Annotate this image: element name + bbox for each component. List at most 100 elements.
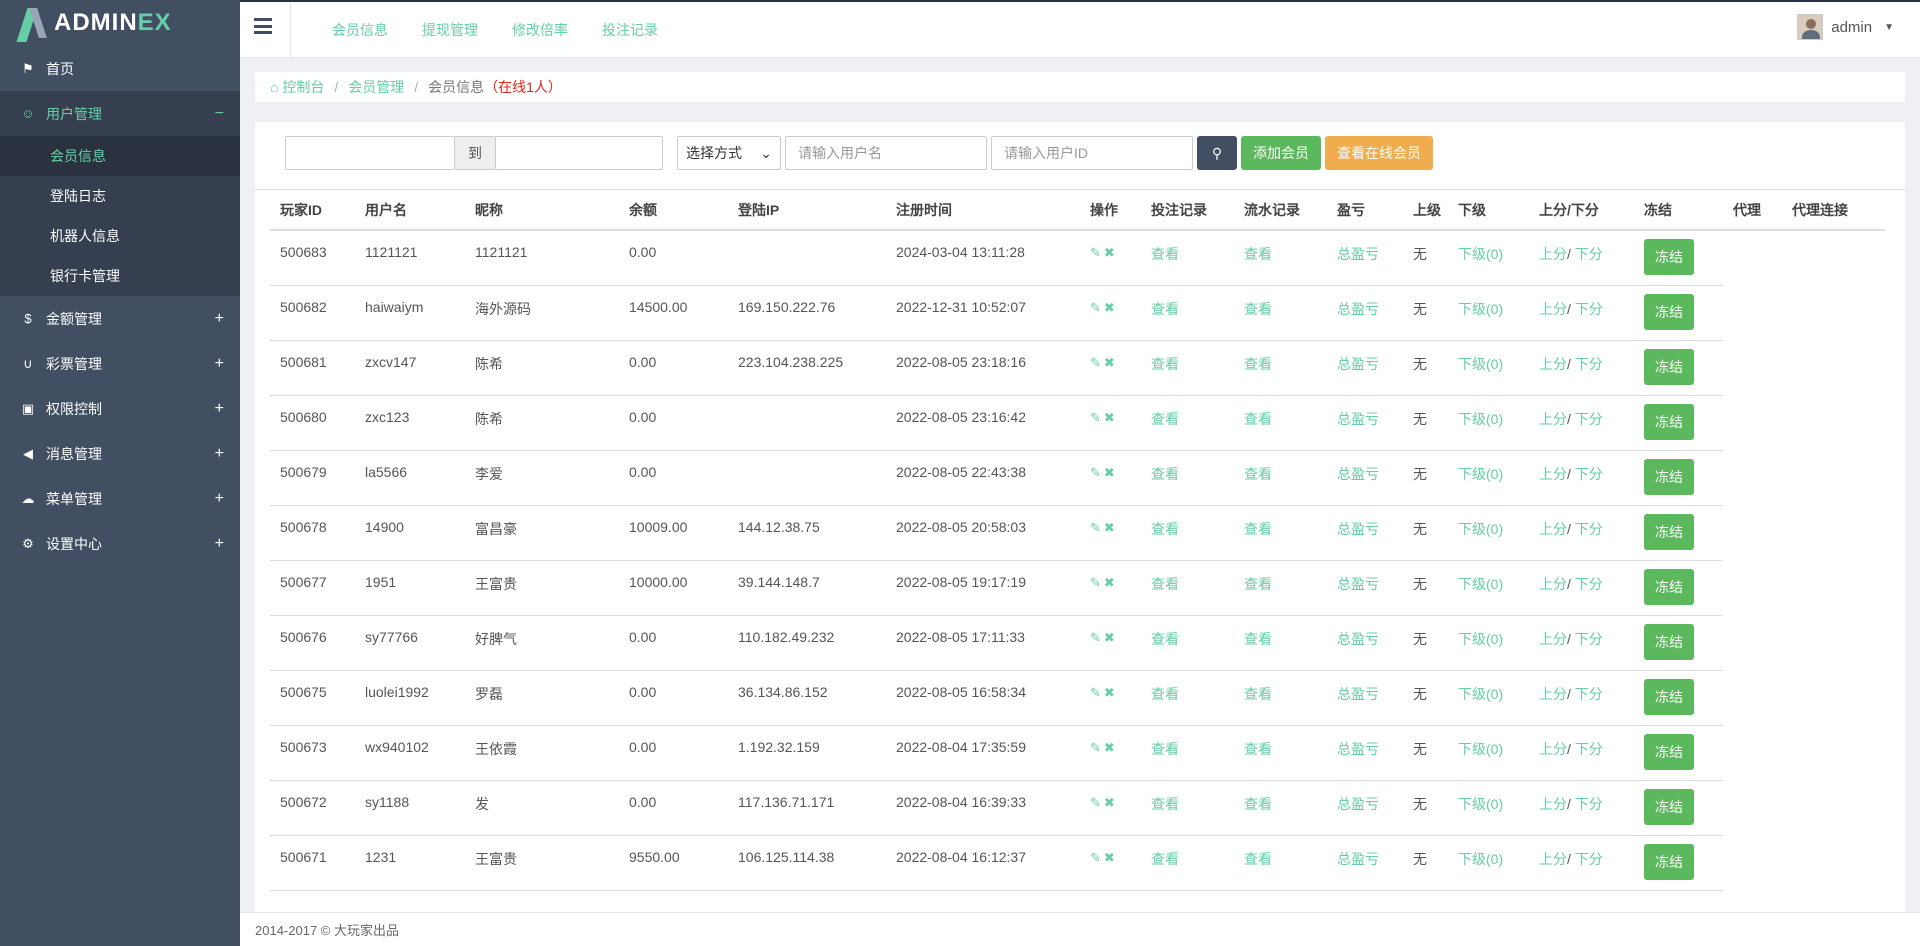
method-select[interactable]: 选择方式 ⌄ <box>677 136 781 170</box>
edit-icon[interactable]: ✎ <box>1090 795 1104 810</box>
deduct-score-link[interactable]: 下分 <box>1575 246 1603 262</box>
delete-icon[interactable]: ✖ <box>1104 850 1118 865</box>
delete-icon[interactable]: ✖ <box>1104 465 1118 480</box>
view-bet-records-link[interactable]: 查看 <box>1141 285 1234 341</box>
add-score-link[interactable]: 上分 <box>1539 466 1567 482</box>
freeze-button[interactable]: 冻结 <box>1644 293 1694 330</box>
sidebar-item-user-management[interactable]: ☺ 用户管理 − <box>0 91 240 136</box>
freeze-button[interactable]: 冻结 <box>1644 458 1694 495</box>
delete-icon[interactable]: ✖ <box>1104 740 1118 755</box>
edit-icon[interactable]: ✎ <box>1090 740 1104 755</box>
view-flow-records-link[interactable]: 查看 <box>1234 450 1327 506</box>
total-profit-loss-link[interactable]: 总盈亏 <box>1327 395 1403 451</box>
total-profit-loss-link[interactable]: 总盈亏 <box>1327 230 1403 286</box>
freeze-button[interactable]: 冻结 <box>1644 843 1694 880</box>
sidebar-item-home[interactable]: ⚑ 首页 <box>0 46 240 91</box>
view-flow-records-link[interactable]: 查看 <box>1234 780 1327 836</box>
view-bet-records-link[interactable]: 查看 <box>1141 230 1234 286</box>
view-bet-records-link[interactable]: 查看 <box>1141 670 1234 726</box>
expand-icon[interactable]: + <box>215 445 224 463</box>
sidebar-item-settings[interactable]: ⚙ 设置中心 + <box>0 521 240 566</box>
view-bet-records-link[interactable]: 查看 <box>1141 560 1234 616</box>
delete-icon[interactable]: ✖ <box>1104 355 1118 370</box>
delete-icon[interactable]: ✖ <box>1104 630 1118 645</box>
view-bet-records-link[interactable]: 查看 <box>1141 450 1234 506</box>
user-menu[interactable]: admin ▼ <box>1797 14 1894 40</box>
add-score-link[interactable]: 上分 <box>1539 301 1567 317</box>
view-flow-records-link[interactable]: 查看 <box>1234 340 1327 396</box>
start-date-input[interactable] <box>285 136 455 170</box>
menu-toggle-icon[interactable] <box>254 18 272 34</box>
deduct-score-link[interactable]: 下分 <box>1575 466 1603 482</box>
expand-icon[interactable]: + <box>215 400 224 418</box>
children-link[interactable]: 下级(0) <box>1448 780 1529 836</box>
freeze-button[interactable]: 冻结 <box>1644 733 1694 770</box>
children-link[interactable]: 下级(0) <box>1448 835 1529 891</box>
view-bet-records-link[interactable]: 查看 <box>1141 505 1234 561</box>
top-nav-member-info[interactable]: 会员信息 <box>332 20 388 40</box>
edit-icon[interactable]: ✎ <box>1090 300 1104 315</box>
add-member-button[interactable]: 添加会员 <box>1241 136 1321 170</box>
children-link[interactable]: 下级(0) <box>1448 340 1529 396</box>
edit-icon[interactable]: ✎ <box>1090 575 1104 590</box>
expand-icon[interactable]: + <box>215 490 224 508</box>
view-bet-records-link[interactable]: 查看 <box>1141 340 1234 396</box>
view-flow-records-link[interactable]: 查看 <box>1234 670 1327 726</box>
add-score-link[interactable]: 上分 <box>1539 631 1567 647</box>
freeze-button[interactable]: 冻结 <box>1644 678 1694 715</box>
deduct-score-link[interactable]: 下分 <box>1575 851 1603 867</box>
total-profit-loss-link[interactable]: 总盈亏 <box>1327 340 1403 396</box>
add-score-link[interactable]: 上分 <box>1539 686 1567 702</box>
sidebar-subitem-member-info[interactable]: 会员信息 <box>0 136 240 176</box>
view-bet-records-link[interactable]: 查看 <box>1141 395 1234 451</box>
deduct-score-link[interactable]: 下分 <box>1575 356 1603 372</box>
delete-icon[interactable]: ✖ <box>1104 575 1118 590</box>
view-bet-records-link[interactable]: 查看 <box>1141 725 1234 781</box>
view-flow-records-link[interactable]: 查看 <box>1234 505 1327 561</box>
deduct-score-link[interactable]: 下分 <box>1575 686 1603 702</box>
freeze-button[interactable]: 冻结 <box>1644 513 1694 550</box>
collapse-icon[interactable]: − <box>215 105 224 123</box>
delete-icon[interactable]: ✖ <box>1104 520 1118 535</box>
edit-icon[interactable]: ✎ <box>1090 630 1104 645</box>
view-flow-records-link[interactable]: 查看 <box>1234 725 1327 781</box>
view-flow-records-link[interactable]: 查看 <box>1234 285 1327 341</box>
total-profit-loss-link[interactable]: 总盈亏 <box>1327 725 1403 781</box>
children-link[interactable]: 下级(0) <box>1448 230 1529 286</box>
edit-icon[interactable]: ✎ <box>1090 410 1104 425</box>
deduct-score-link[interactable]: 下分 <box>1575 631 1603 647</box>
add-score-link[interactable]: 上分 <box>1539 521 1567 537</box>
expand-icon[interactable]: + <box>215 535 224 553</box>
add-score-link[interactable]: 上分 <box>1539 796 1567 812</box>
view-flow-records-link[interactable]: 查看 <box>1234 615 1327 671</box>
children-link[interactable]: 下级(0) <box>1448 285 1529 341</box>
delete-icon[interactable]: ✖ <box>1104 410 1118 425</box>
children-link[interactable]: 下级(0) <box>1448 395 1529 451</box>
delete-icon[interactable]: ✖ <box>1104 245 1118 260</box>
edit-icon[interactable]: ✎ <box>1090 245 1104 260</box>
total-profit-loss-link[interactable]: 总盈亏 <box>1327 285 1403 341</box>
breadcrumb-home[interactable]: ⌂ 控制台 <box>270 77 324 97</box>
children-link[interactable]: 下级(0) <box>1448 560 1529 616</box>
userid-input[interactable] <box>991 136 1193 170</box>
sidebar-item-messages[interactable]: ◀ 消息管理 + <box>0 431 240 476</box>
expand-icon[interactable]: + <box>215 310 224 328</box>
view-bet-records-link[interactable]: 查看 <box>1141 835 1234 891</box>
edit-icon[interactable]: ✎ <box>1090 520 1104 535</box>
freeze-button[interactable]: 冻结 <box>1644 568 1694 605</box>
freeze-button[interactable]: 冻结 <box>1644 348 1694 385</box>
top-nav-bet-records[interactable]: 投注记录 <box>602 20 658 40</box>
search-button[interactable]: ⚲ <box>1197 136 1237 170</box>
children-link[interactable]: 下级(0) <box>1448 615 1529 671</box>
view-flow-records-link[interactable]: 查看 <box>1234 230 1327 286</box>
brand-logo[interactable]: ADMINEX <box>0 0 240 46</box>
add-score-link[interactable]: 上分 <box>1539 411 1567 427</box>
total-profit-loss-link[interactable]: 总盈亏 <box>1327 505 1403 561</box>
total-profit-loss-link[interactable]: 总盈亏 <box>1327 560 1403 616</box>
freeze-button[interactable]: 冻结 <box>1644 403 1694 440</box>
delete-icon[interactable]: ✖ <box>1104 795 1118 810</box>
view-bet-records-link[interactable]: 查看 <box>1141 780 1234 836</box>
deduct-score-link[interactable]: 下分 <box>1575 576 1603 592</box>
add-score-link[interactable]: 上分 <box>1539 356 1567 372</box>
deduct-score-link[interactable]: 下分 <box>1575 301 1603 317</box>
